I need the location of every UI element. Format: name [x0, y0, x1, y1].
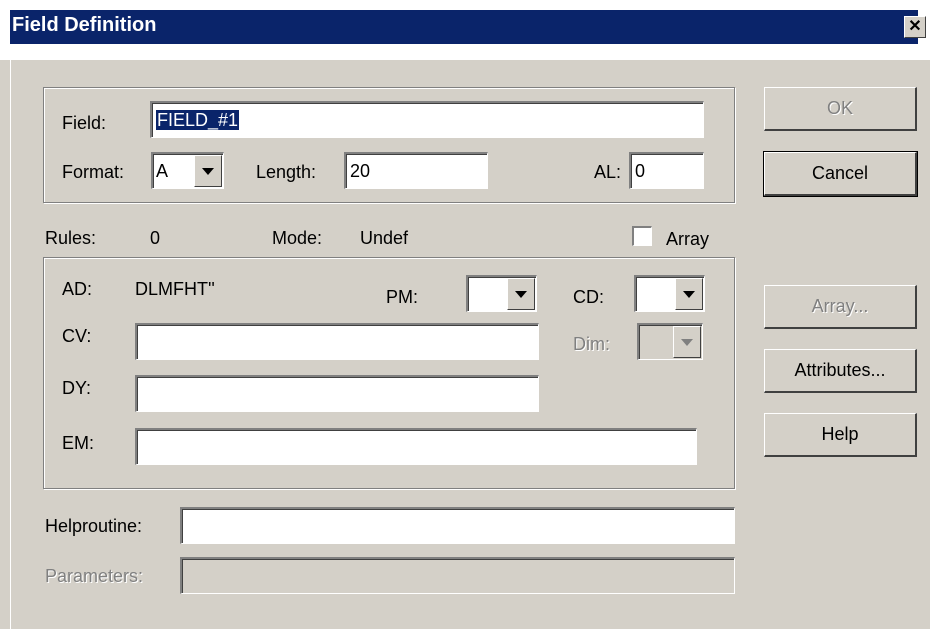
cv-input[interactable]: [135, 323, 539, 360]
rules-label: Rules:: [45, 228, 97, 248]
mode-label: Mode:: [272, 228, 323, 248]
length-label: Length:: [256, 162, 317, 182]
rules-value: 0: [150, 228, 161, 248]
chevron-down-icon: [681, 339, 693, 346]
parameters-input: [180, 557, 735, 594]
al-input[interactable]: 0: [629, 152, 704, 189]
dy-input[interactable]: [135, 375, 539, 412]
format-select[interactable]: A: [151, 152, 224, 189]
dy-label: DY:: [62, 378, 92, 398]
window-edge: [10, 44, 11, 629]
chevron-down-icon: [202, 168, 214, 175]
dim-label: Dim:: [573, 334, 610, 354]
format-dropdown-button[interactable]: [194, 155, 222, 187]
help-button[interactable]: Help: [764, 413, 917, 457]
cd-label: CD:: [573, 287, 604, 307]
window-title: Field Definition: [12, 14, 157, 36]
pm-label: PM:: [386, 287, 419, 307]
close-icon: ✕: [908, 18, 922, 35]
array-checkbox-label: Array: [666, 229, 710, 249]
format-label: Format:: [62, 162, 125, 182]
field-label: Field:: [62, 113, 107, 133]
helproutine-input[interactable]: [180, 507, 735, 544]
em-label: EM:: [62, 433, 95, 453]
al-label: AL:: [594, 162, 622, 182]
cancel-button[interactable]: Cancel: [763, 151, 918, 197]
pm-dropdown-button[interactable]: [507, 278, 535, 310]
close-button[interactable]: ✕: [904, 16, 926, 38]
field-name-input[interactable]: FIELD_#1: [150, 101, 704, 138]
attributes-button[interactable]: Attributes...: [764, 349, 917, 393]
ad-value: DLMFHT'': [135, 279, 215, 299]
cv-label: CV:: [62, 326, 92, 346]
chevron-down-icon: [683, 291, 695, 298]
ad-label: AD:: [62, 279, 93, 299]
chevron-down-icon: [515, 291, 527, 298]
dim-dropdown-button: [673, 326, 701, 358]
mode-value: Undef: [360, 228, 409, 248]
format-value: A: [156, 161, 169, 181]
pm-select[interactable]: [466, 275, 537, 312]
cd-dropdown-button[interactable]: [675, 278, 703, 310]
helproutine-label: Helproutine:: [45, 516, 143, 536]
cd-select[interactable]: [634, 275, 705, 312]
ok-button[interactable]: OK: [764, 87, 917, 131]
array-checkbox[interactable]: [632, 226, 652, 246]
field-name-selection: FIELD_#1: [156, 110, 240, 130]
em-input[interactable]: [135, 428, 697, 465]
dim-select: [637, 323, 703, 360]
array-button[interactable]: Array...: [764, 285, 917, 329]
parameters-label: Parameters:: [45, 566, 144, 586]
length-input[interactable]: 20: [344, 152, 488, 189]
